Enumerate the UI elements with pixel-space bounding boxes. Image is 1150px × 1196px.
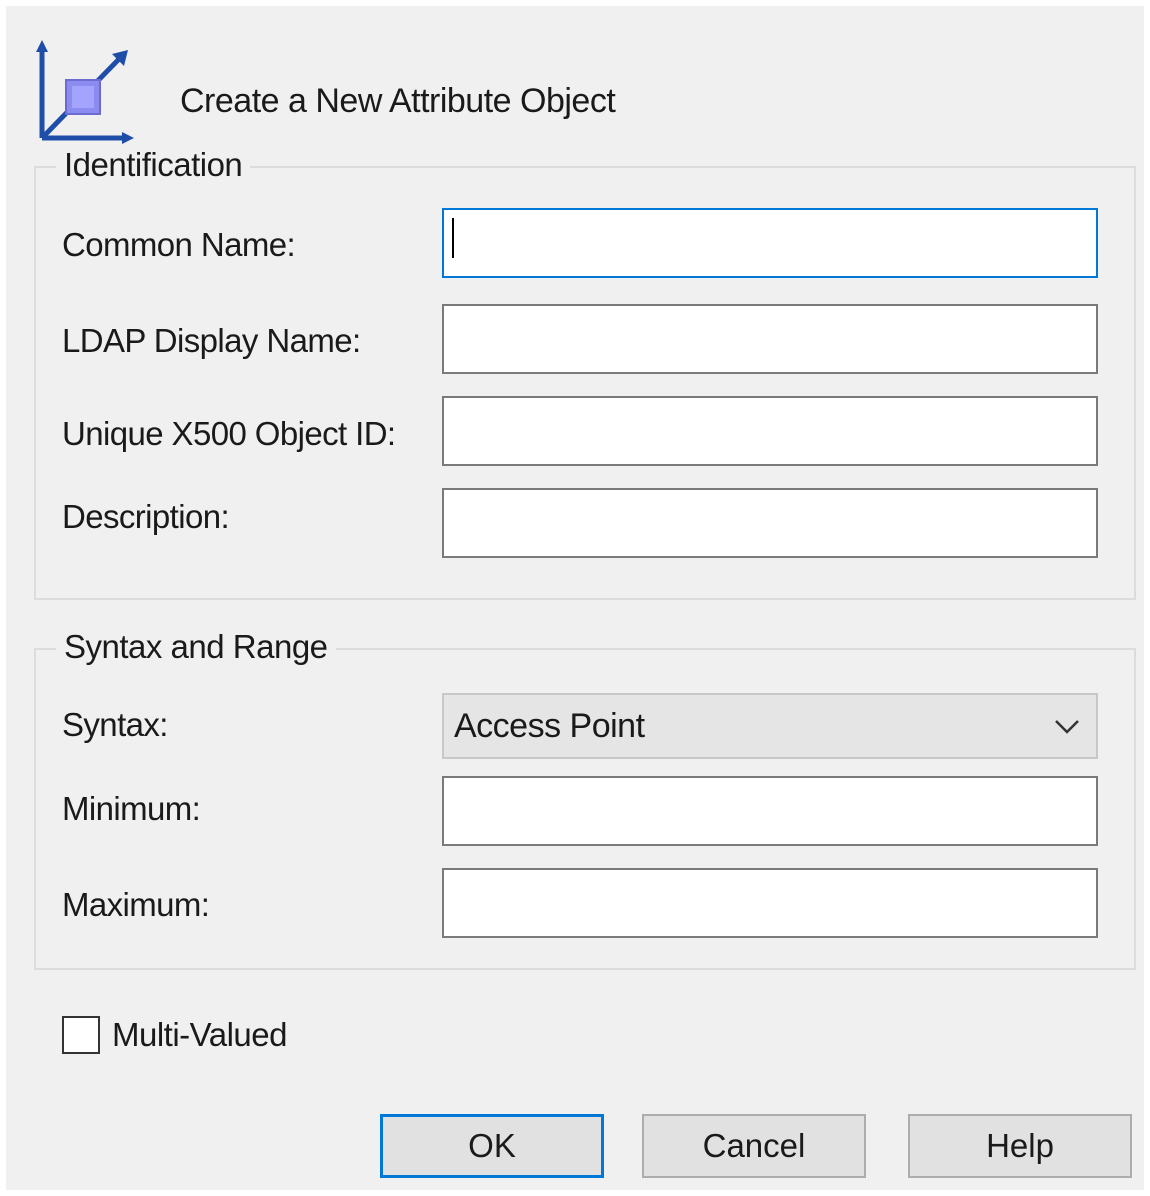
maximum-input[interactable]	[442, 868, 1098, 938]
syntax-dropdown[interactable]: Access Point	[442, 693, 1098, 759]
multi-valued-checkbox[interactable]	[62, 1016, 100, 1054]
multi-valued-label[interactable]: Multi-Valued	[112, 1016, 287, 1054]
common-name-label: Common Name:	[62, 226, 296, 263]
common-name-input[interactable]	[442, 208, 1098, 278]
syntax-label: Syntax:	[62, 706, 168, 743]
minimum-input[interactable]	[442, 776, 1098, 846]
chevron-down-icon	[1055, 720, 1079, 734]
syntax-range-legend: Syntax and Range	[56, 628, 336, 666]
ldap-display-name-label: LDAP Display Name:	[62, 322, 361, 359]
ldap-display-name-input[interactable]	[442, 304, 1098, 374]
attribute-object-icon	[36, 40, 134, 144]
maximum-label: Maximum:	[62, 886, 210, 923]
ok-button[interactable]: OK	[380, 1114, 604, 1178]
cancel-button[interactable]: Cancel	[642, 1114, 866, 1178]
syntax-selected-value: Access Point	[454, 707, 645, 745]
description-input[interactable]	[442, 488, 1098, 558]
dialog-title: Create a New Attribute Object	[180, 82, 616, 120]
text-caret	[452, 218, 454, 258]
help-button[interactable]: Help	[908, 1114, 1132, 1178]
x500-object-id-input[interactable]	[442, 396, 1098, 466]
identification-legend: Identification	[56, 146, 251, 184]
x500-object-id-label: Unique X500 Object ID:	[62, 415, 396, 452]
dialog: Create a New Attribute Object Identifica…	[6, 6, 1144, 1190]
description-label: Description:	[62, 498, 230, 535]
minimum-label: Minimum:	[62, 790, 201, 827]
